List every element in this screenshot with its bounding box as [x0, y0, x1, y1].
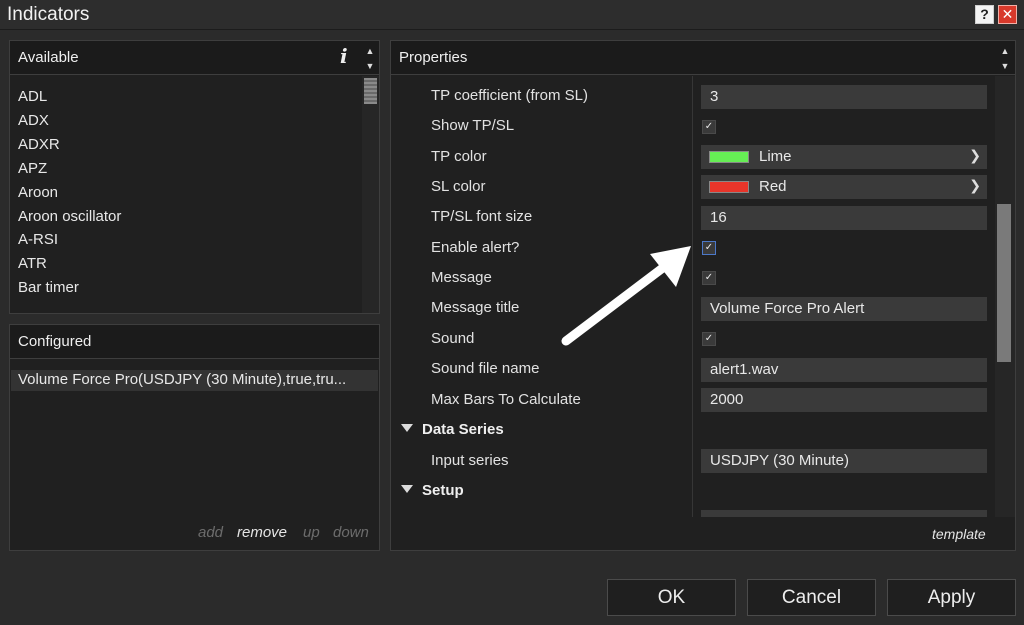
available-scrollbar[interactable]	[362, 76, 379, 313]
enable-alert-checkbox[interactable]: ✓	[702, 241, 716, 255]
title-bar: Indicators ? ✕	[0, 0, 1024, 30]
list-item[interactable]: Aroon oscillator	[18, 208, 121, 225]
collapse-triangle-icon[interactable]	[401, 485, 413, 493]
scroll-down-arrow-icon[interactable]: ▼	[997, 60, 1013, 73]
list-item[interactable]: A-RSI	[18, 231, 58, 248]
category-data-series[interactable]: Data Series	[401, 421, 504, 438]
properties-header: Properties	[391, 41, 1015, 75]
help-button[interactable]: ?	[975, 5, 994, 24]
properties-scroll-thumb[interactable]	[997, 204, 1011, 362]
cancel-button[interactable]: Cancel	[747, 579, 876, 616]
list-item[interactable]: ATR	[18, 255, 47, 272]
prop-label-tp-color: TP color	[431, 148, 487, 165]
scroll-up-arrow-icon[interactable]: ▲	[997, 45, 1013, 58]
info-icon[interactable]: i	[340, 44, 348, 68]
prop-label-message-title: Message title	[431, 299, 520, 316]
prop-label-enable-alert: Enable alert?	[431, 239, 520, 256]
collapse-triangle-icon[interactable]	[401, 424, 413, 432]
list-item[interactable]: APZ	[18, 160, 47, 177]
configured-item[interactable]: Volume Force Pro(USDJPY (30 Minute),true…	[11, 370, 378, 391]
chevron-down-icon[interactable]: ❯	[969, 147, 981, 164]
prop-label-font-size: TP/SL font size	[431, 208, 533, 225]
apply-button[interactable]: Apply	[887, 579, 1016, 616]
add-link[interactable]: add	[198, 524, 223, 541]
list-item[interactable]: ADL	[18, 88, 47, 105]
window-title: Indicators	[7, 4, 90, 25]
prop-label-sl-color: SL color	[431, 178, 486, 195]
sl-color-swatch	[709, 181, 749, 193]
available-panel: Available i ▲ ▼ ADL ADX ADXR APZ Aroon A…	[9, 40, 380, 314]
tp-coefficient-input[interactable]: 3	[701, 85, 987, 109]
prop-label-sound: Sound	[431, 330, 475, 347]
category-setup[interactable]: Setup	[401, 482, 464, 499]
show-tpsl-checkbox[interactable]: ✓	[702, 120, 716, 134]
prop-label-sound-file: Sound file name	[431, 360, 540, 377]
available-title: Available	[18, 49, 79, 66]
sound-file-input[interactable]: alert1.wav	[701, 358, 987, 382]
list-item[interactable]: Aroon	[18, 184, 58, 201]
prop-label-message: Message	[431, 269, 492, 286]
configured-title: Configured	[18, 333, 92, 350]
annotation-arrow-icon	[561, 246, 691, 346]
scroll-up-arrow-icon[interactable]: ▲	[362, 45, 378, 58]
prop-label-max-bars: Max Bars To Calculate	[431, 391, 581, 408]
input-series-input[interactable]: USDJPY (30 Minute)	[701, 449, 987, 473]
properties-title: Properties	[399, 49, 468, 66]
configured-panel: Configured Volume Force Pro(USDJPY (30 M…	[9, 324, 380, 551]
available-scroll-thumb[interactable]	[364, 78, 377, 104]
tp-color-swatch	[709, 151, 749, 163]
prop-label-tp-coefficient: TP coefficient (from SL)	[431, 87, 589, 104]
close-button[interactable]: ✕	[998, 5, 1017, 24]
partial-row-value	[701, 510, 987, 517]
sl-color-select[interactable]: Red ❯	[701, 175, 987, 199]
prop-label-input-series: Input series	[431, 452, 509, 469]
configured-header: Configured	[10, 325, 379, 359]
available-header: Available i	[10, 41, 379, 75]
sound-checkbox[interactable]: ✓	[702, 332, 716, 346]
remove-link[interactable]: remove	[237, 524, 287, 541]
template-link[interactable]: template	[932, 526, 986, 542]
chevron-down-icon[interactable]: ❯	[969, 177, 981, 194]
list-item[interactable]: ADX	[18, 112, 49, 129]
list-item[interactable]: ADXR	[18, 136, 60, 153]
properties-panel: Properties ▲ ▼ TP coefficient (from SL) …	[390, 40, 1016, 551]
scroll-down-arrow-icon[interactable]: ▼	[362, 60, 378, 73]
list-item[interactable]: Bar timer	[18, 279, 79, 296]
down-link[interactable]: down	[333, 524, 369, 541]
font-size-input[interactable]: 16	[701, 206, 987, 230]
ok-button[interactable]: OK	[607, 579, 736, 616]
message-title-input[interactable]: Volume Force Pro Alert	[701, 297, 987, 321]
tp-color-select[interactable]: Lime ❯	[701, 145, 987, 169]
max-bars-input[interactable]: 2000	[701, 388, 987, 412]
configured-item-label: Volume Force Pro(USDJPY (30 Minute),true…	[18, 371, 347, 388]
up-link[interactable]: up	[303, 524, 320, 541]
properties-scrollbar[interactable]	[995, 76, 1015, 517]
prop-label-show-tpsl: Show TP/SL	[431, 117, 515, 134]
message-checkbox[interactable]: ✓	[702, 271, 716, 285]
